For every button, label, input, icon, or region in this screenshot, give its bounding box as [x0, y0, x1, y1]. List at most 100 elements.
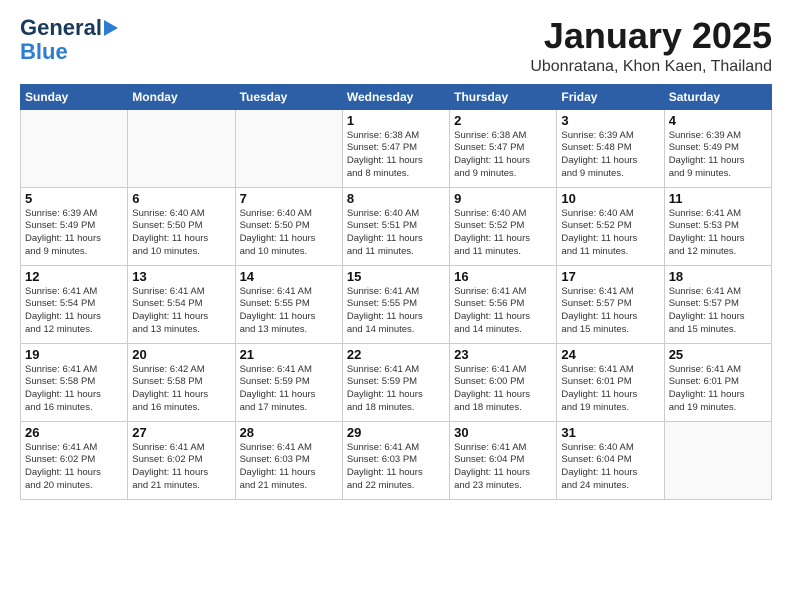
day-number: 5	[25, 191, 123, 206]
day-detail: Sunrise: 6:41 AM Sunset: 5:53 PM Dayligh…	[669, 208, 767, 259]
day-detail: Sunrise: 6:42 AM Sunset: 5:58 PM Dayligh…	[132, 364, 230, 415]
day-number: 30	[454, 425, 552, 440]
weekday-header: Wednesday	[342, 84, 449, 109]
day-detail: Sunrise: 6:40 AM Sunset: 5:52 PM Dayligh…	[561, 208, 659, 259]
day-detail: Sunrise: 6:40 AM Sunset: 5:52 PM Dayligh…	[454, 208, 552, 259]
day-detail: Sunrise: 6:41 AM Sunset: 6:03 PM Dayligh…	[347, 442, 445, 493]
day-detail: Sunrise: 6:41 AM Sunset: 6:03 PM Dayligh…	[240, 442, 338, 493]
weekday-header: Sunday	[21, 84, 128, 109]
day-detail: Sunrise: 6:41 AM Sunset: 5:55 PM Dayligh…	[347, 286, 445, 337]
day-detail: Sunrise: 6:40 AM Sunset: 5:51 PM Dayligh…	[347, 208, 445, 259]
day-number: 25	[669, 347, 767, 362]
day-number: 18	[669, 269, 767, 284]
day-detail: Sunrise: 6:41 AM Sunset: 5:58 PM Dayligh…	[25, 364, 123, 415]
day-detail: Sunrise: 6:41 AM Sunset: 5:57 PM Dayligh…	[561, 286, 659, 337]
day-number: 26	[25, 425, 123, 440]
day-detail: Sunrise: 6:41 AM Sunset: 6:02 PM Dayligh…	[132, 442, 230, 493]
day-detail: Sunrise: 6:41 AM Sunset: 5:57 PM Dayligh…	[669, 286, 767, 337]
day-detail: Sunrise: 6:41 AM Sunset: 6:00 PM Dayligh…	[454, 364, 552, 415]
calendar-week-row: 12 Sunrise: 6:41 AM Sunset: 5:54 PM Dayli…	[21, 265, 772, 343]
calendar-cell	[21, 109, 128, 187]
day-number: 13	[132, 269, 230, 284]
calendar-cell: 31Sunrise: 6:40 AM Sunset: 6:04 PM Dayli…	[557, 421, 664, 499]
day-number: 12	[25, 269, 123, 284]
calendar-cell	[235, 109, 342, 187]
calendar-cell: 22 Sunrise: 6:41 AM Sunset: 5:59 PM Dayli…	[342, 343, 449, 421]
day-number: 4	[669, 113, 767, 128]
calendar-cell: 16Sunrise: 6:41 AM Sunset: 5:56 PM Dayli…	[450, 265, 557, 343]
day-number: 24	[561, 347, 659, 362]
weekday-header: Friday	[557, 84, 664, 109]
day-detail: Sunrise: 6:40 AM Sunset: 5:50 PM Dayligh…	[132, 208, 230, 259]
day-number: 10	[561, 191, 659, 206]
calendar-table: SundayMondayTuesdayWednesdayThursdayFrid…	[20, 84, 772, 500]
weekday-header-row: SundayMondayTuesdayWednesdayThursdayFrid…	[21, 84, 772, 109]
day-detail: Sunrise: 6:41 AM Sunset: 6:01 PM Dayligh…	[669, 364, 767, 415]
day-number: 14	[240, 269, 338, 284]
calendar-cell: 6 Sunrise: 6:40 AM Sunset: 5:50 PM Daylig…	[128, 187, 235, 265]
day-number: 29	[347, 425, 445, 440]
calendar-cell: 8 Sunrise: 6:40 AM Sunset: 5:51 PM Daylig…	[342, 187, 449, 265]
calendar-cell: 3 Sunrise: 6:39 AM Sunset: 5:48 PM Daylig…	[557, 109, 664, 187]
calendar-cell: 25 Sunrise: 6:41 AM Sunset: 6:01 PM Dayli…	[664, 343, 771, 421]
calendar-cell	[664, 421, 771, 499]
month-title: January 2025	[530, 16, 772, 56]
calendar-cell: 10 Sunrise: 6:40 AM Sunset: 5:52 PM Dayli…	[557, 187, 664, 265]
day-number: 21	[240, 347, 338, 362]
calendar-cell: 12 Sunrise: 6:41 AM Sunset: 5:54 PM Dayli…	[21, 265, 128, 343]
day-detail: Sunrise: 6:41 AM Sunset: 5:59 PM Dayligh…	[347, 364, 445, 415]
day-detail: Sunrise: 6:39 AM Sunset: 5:49 PM Dayligh…	[669, 130, 767, 181]
calendar-week-row: 26 Sunrise: 6:41 AM Sunset: 6:02 PM Dayli…	[21, 421, 772, 499]
day-number: 22	[347, 347, 445, 362]
day-number: 9	[454, 191, 552, 206]
calendar-cell: 19 Sunrise: 6:41 AM Sunset: 5:58 PM Dayli…	[21, 343, 128, 421]
day-detail: Sunrise: 6:40 AM Sunset: 5:50 PM Dayligh…	[240, 208, 338, 259]
day-detail: Sunrise: 6:40 AM Sunset: 6:04 PM Dayligh…	[561, 442, 659, 493]
day-number: 20	[132, 347, 230, 362]
calendar-week-row: 1Sunrise: 6:38 AM Sunset: 5:47 PM Daylig…	[21, 109, 772, 187]
calendar-cell: 4 Sunrise: 6:39 AM Sunset: 5:49 PM Daylig…	[664, 109, 771, 187]
calendar-cell: 28 Sunrise: 6:41 AM Sunset: 6:03 PM Dayli…	[235, 421, 342, 499]
calendar-cell: 2Sunrise: 6:38 AM Sunset: 5:47 PM Daylig…	[450, 109, 557, 187]
calendar-cell: 21Sunrise: 6:41 AM Sunset: 5:59 PM Dayli…	[235, 343, 342, 421]
calendar-cell: 5 Sunrise: 6:39 AM Sunset: 5:49 PM Daylig…	[21, 187, 128, 265]
title-area: January 2025 Ubonratana, Khon Kaen, Thai…	[530, 16, 772, 76]
day-number: 6	[132, 191, 230, 206]
day-number: 1	[347, 113, 445, 128]
calendar-week-row: 19 Sunrise: 6:41 AM Sunset: 5:58 PM Dayli…	[21, 343, 772, 421]
day-number: 11	[669, 191, 767, 206]
weekday-header: Tuesday	[235, 84, 342, 109]
day-number: 23	[454, 347, 552, 362]
day-number: 7	[240, 191, 338, 206]
day-number: 8	[347, 191, 445, 206]
calendar-cell: 7 Sunrise: 6:40 AM Sunset: 5:50 PM Daylig…	[235, 187, 342, 265]
calendar-cell: 23 Sunrise: 6:41 AM Sunset: 6:00 PM Dayli…	[450, 343, 557, 421]
weekday-header: Monday	[128, 84, 235, 109]
calendar-cell: 15Sunrise: 6:41 AM Sunset: 5:55 PM Dayli…	[342, 265, 449, 343]
page: General Blue January 2025 Ubonratana, Kh…	[0, 0, 792, 612]
day-detail: Sunrise: 6:41 AM Sunset: 5:54 PM Dayligh…	[132, 286, 230, 337]
day-number: 3	[561, 113, 659, 128]
day-detail: Sunrise: 6:41 AM Sunset: 5:56 PM Dayligh…	[454, 286, 552, 337]
location: Ubonratana, Khon Kaen, Thailand	[530, 58, 772, 76]
day-detail: Sunrise: 6:41 AM Sunset: 5:55 PM Dayligh…	[240, 286, 338, 337]
logo-blue: Blue	[20, 40, 68, 64]
weekday-header: Saturday	[664, 84, 771, 109]
logo: General Blue	[20, 16, 118, 64]
day-number: 2	[454, 113, 552, 128]
calendar-cell: 27Sunrise: 6:41 AM Sunset: 6:02 PM Dayli…	[128, 421, 235, 499]
day-detail: Sunrise: 6:41 AM Sunset: 6:04 PM Dayligh…	[454, 442, 552, 493]
day-detail: Sunrise: 6:39 AM Sunset: 5:48 PM Dayligh…	[561, 130, 659, 181]
calendar-cell: 30 Sunrise: 6:41 AM Sunset: 6:04 PM Dayli…	[450, 421, 557, 499]
day-detail: Sunrise: 6:41 AM Sunset: 6:02 PM Dayligh…	[25, 442, 123, 493]
calendar-cell: 13 Sunrise: 6:41 AM Sunset: 5:54 PM Dayli…	[128, 265, 235, 343]
day-number: 17	[561, 269, 659, 284]
day-detail: Sunrise: 6:41 AM Sunset: 5:54 PM Dayligh…	[25, 286, 123, 337]
calendar-cell: 1Sunrise: 6:38 AM Sunset: 5:47 PM Daylig…	[342, 109, 449, 187]
weekday-header: Thursday	[450, 84, 557, 109]
day-detail: Sunrise: 6:39 AM Sunset: 5:49 PM Dayligh…	[25, 208, 123, 259]
day-number: 28	[240, 425, 338, 440]
calendar-cell: 20 Sunrise: 6:42 AM Sunset: 5:58 PM Dayli…	[128, 343, 235, 421]
day-number: 19	[25, 347, 123, 362]
calendar-cell	[128, 109, 235, 187]
